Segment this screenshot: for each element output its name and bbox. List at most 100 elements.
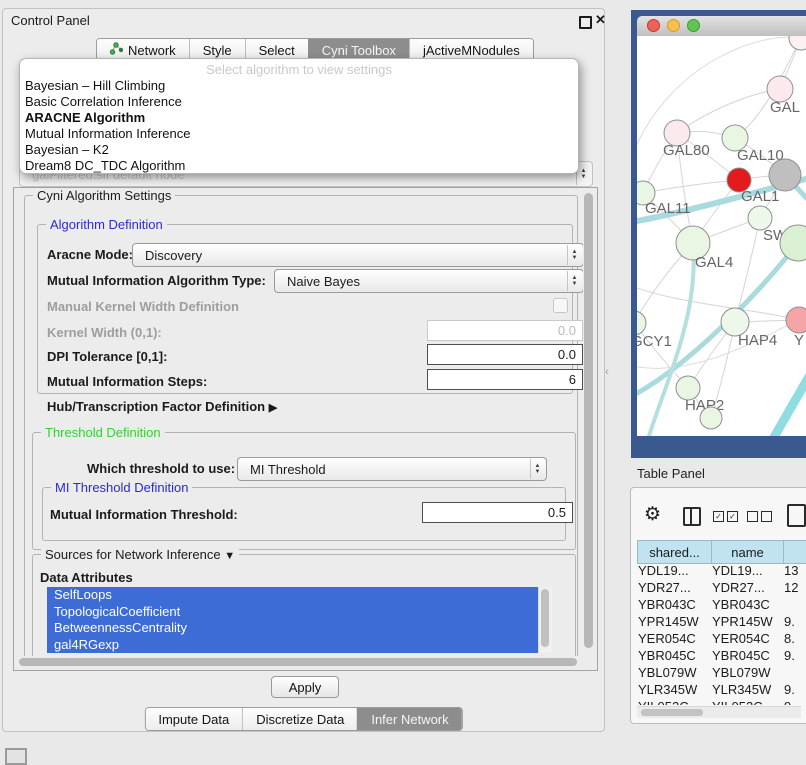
network-node[interactable]: [769, 159, 801, 191]
column-header-shared-name[interactable]: shared...: [638, 541, 712, 564]
bottom-tab-bar: Impute Data Discretize Data Infer Networ…: [144, 707, 462, 731]
scrollbar-thumb[interactable]: [641, 709, 703, 716]
deselect-all-checkbox-icon[interactable]: [747, 511, 758, 522]
apply-button[interactable]: Apply: [271, 676, 339, 698]
mi-steps-label: Mutual Information Steps:: [47, 374, 207, 389]
minimized-panel-icon[interactable]: [5, 748, 27, 765]
network-node-y[interactable]: [786, 307, 806, 333]
node-table-body: YDL19...YDL19...13YDR27...YDR27...12YBR0…: [637, 562, 806, 705]
algorithm-dropdown: Select algorithm to view settings Bayesi…: [19, 58, 579, 174]
mi-threshold-label: Mutual Information Threshold:: [50, 507, 238, 522]
scrollbar-thumb[interactable]: [19, 658, 577, 666]
data-attribute-item[interactable]: SelfLoops: [47, 587, 552, 604]
table-panel-title: Table Panel: [637, 466, 705, 481]
select-all-checkbox-icon[interactable]: ✓: [727, 511, 738, 522]
aracne-mode-label: Aracne Mode:: [47, 247, 133, 262]
collapse-arrow-icon: ▼: [224, 550, 235, 562]
dpi-tolerance-input[interactable]: 0.0: [427, 344, 583, 365]
network-view-window: GALGAL80GAL10GAL1GAL11SWI4GAL4GCY1HAP4YH…: [631, 10, 806, 458]
float-icon[interactable]: [579, 16, 592, 29]
algorithm-option[interactable]: Mutual Information Inference: [20, 126, 578, 142]
gear-icon[interactable]: ⚙: [644, 503, 661, 526]
mi-type-combo[interactable]: Naive Bayes ▲▼: [274, 269, 584, 293]
node-label: GAL1: [741, 188, 779, 205]
data-attribute-item[interactable]: gal4RGexp: [47, 637, 552, 654]
network-canvas[interactable]: GALGAL80GAL10GAL1GAL11SWI4GAL4GCY1HAP4YH…: [637, 36, 806, 436]
data-attributes-list: SelfLoopsTopologicalCoefficientBetweenne…: [47, 587, 552, 653]
column-header-name[interactable]: name: [712, 541, 784, 564]
zoom-traffic-light[interactable]: [687, 19, 700, 32]
manual-kernel-checkbox[interactable]: [553, 298, 568, 313]
select-all-checkbox-icon[interactable]: ✓: [713, 511, 724, 522]
network-edge[interactable]: [735, 218, 760, 322]
which-threshold-combo[interactable]: MI Threshold ▲▼: [237, 457, 547, 481]
table-row[interactable]: YDR27...YDR27...12: [637, 579, 806, 596]
table-row[interactable]: YLR345WYLR345W9.: [637, 681, 806, 698]
data-attributes-label: Data Attributes: [40, 570, 133, 585]
network-icon: [110, 42, 123, 58]
mi-type-label: Mutual Information Algorithm Type:: [47, 273, 266, 288]
close-traffic-light[interactable]: [647, 19, 660, 32]
close-icon[interactable]: ✕: [595, 12, 606, 28]
algorithm-option[interactable]: Bayesian – Hill Climbing: [20, 78, 578, 94]
table-row[interactable]: YDL19...YDL19...13: [637, 562, 806, 579]
mi-threshold-input[interactable]: 0.5: [422, 502, 573, 523]
network-node[interactable]: [789, 36, 806, 50]
which-threshold-label: Which threshold to use:: [87, 461, 235, 476]
algorithm-option[interactable]: Basic Correlation Inference: [20, 94, 578, 110]
algorithm-option[interactable]: ARACNE Algorithm: [20, 110, 578, 126]
stepper-icon: ▲▼: [530, 459, 544, 479]
deselect-all-checkbox-icon[interactable]: [761, 511, 772, 522]
node-label: GAL: [770, 99, 800, 116]
control-panel: Control Panel ✕ Network Style Select Cyn…: [2, 8, 605, 732]
manual-kernel-label: Manual Kernel Width Definition: [47, 299, 239, 314]
node-label: GAL4: [695, 254, 733, 271]
mi-steps-input[interactable]: 6: [427, 369, 583, 390]
sources-toggle[interactable]: Sources for Network Inference: [45, 547, 221, 562]
network-edge[interactable]: [773, 354, 806, 436]
aracne-mode-combo[interactable]: Discovery ▲▼: [132, 243, 584, 267]
table-row[interactable]: YBL079WYBL079W: [637, 664, 806, 681]
table-panel: ⚙ ✓ ✓ shared... name A YDL19...YDL19...1…: [630, 487, 806, 724]
algorithm-option[interactable]: Bayesian – K2: [20, 142, 578, 158]
network-window-titlebar[interactable]: [637, 16, 806, 37]
algorithm-option[interactable]: Dream8 DC_TDC Algorithm: [20, 158, 578, 174]
kernel-width-input[interactable]: 0.0: [427, 320, 583, 341]
node-label: GCY1: [637, 333, 672, 350]
dropdown-placeholder: Select algorithm to view settings: [20, 62, 578, 78]
export-table-icon[interactable]: [787, 504, 806, 527]
column-split-icon[interactable]: [683, 507, 701, 526]
table-horizontal-scrollbar[interactable]: [637, 706, 801, 718]
network-node-gcy1[interactable]: [637, 311, 646, 335]
node-table-rows: YDL19...YDL19...13YDR27...YDR27...12YBR0…: [637, 562, 806, 705]
network-edge[interactable]: [643, 180, 739, 193]
splitter-handle[interactable]: ‹: [605, 366, 609, 378]
vertical-scrollbar[interactable]: [583, 190, 595, 656]
network-edge[interactable]: [637, 286, 799, 320]
table-row[interactable]: YBR045CYBR045C9.: [637, 647, 806, 664]
tab-discretize-data[interactable]: Discretize Data: [242, 708, 357, 730]
tab-infer-network[interactable]: Infer Network: [357, 708, 461, 730]
tab-impute-data[interactable]: Impute Data: [145, 708, 242, 730]
node-table-header: shared... name A: [637, 540, 806, 564]
minimize-traffic-light[interactable]: [667, 19, 680, 32]
network-canvas-svg: GALGAL80GAL10GAL1GAL11SWI4GAL4GCY1HAP4YH…: [637, 36, 806, 436]
horizontal-scrollbar[interactable]: [16, 656, 582, 668]
network-node[interactable]: [700, 407, 722, 429]
hub-section-toggle[interactable]: Hub/Transcription Factor Definition ▶: [47, 399, 277, 414]
data-attribute-item[interactable]: TopologicalCoefficient: [47, 604, 552, 621]
algorithm-dropdown-list: Bayesian – Hill ClimbingBasic Correlatio…: [20, 78, 578, 174]
table-row[interactable]: YER054CYER054C8.: [637, 630, 806, 647]
table-row[interactable]: YIL052CYIL052C9: [637, 698, 806, 705]
panel-title: Control Panel: [11, 13, 90, 28]
data-attribute-item[interactable]: BetweennessCentrality: [47, 620, 552, 637]
scrollbar-thumb[interactable]: [584, 193, 593, 648]
attributes-scrollbar[interactable]: [538, 587, 552, 653]
column-header-third[interactable]: A: [784, 541, 806, 564]
stepper-icon: ▲▼: [567, 271, 581, 291]
table-row[interactable]: YBR043CYBR043C: [637, 596, 806, 613]
table-row[interactable]: YPR145WYPR145W9.: [637, 613, 806, 630]
settings-scroll-area: Cyni Algorithm Settings Algorithm Defini…: [13, 187, 598, 671]
stepper-icon: ▲▼: [567, 245, 581, 265]
expand-arrow-icon: ▶: [269, 402, 277, 414]
